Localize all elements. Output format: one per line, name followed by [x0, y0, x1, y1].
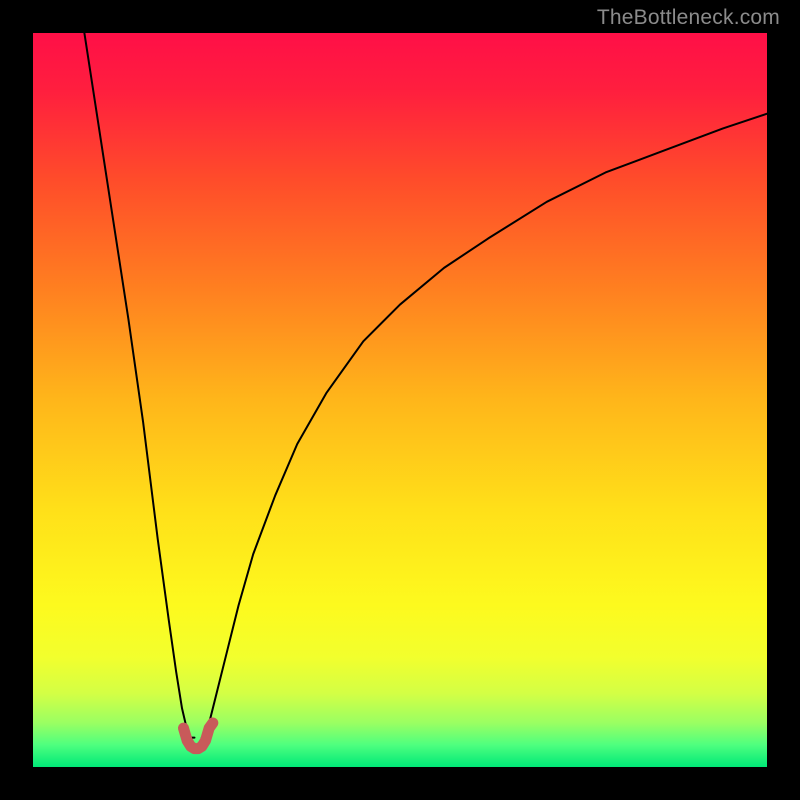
series-right-branch: [202, 114, 767, 738]
chart-lines: [33, 33, 767, 767]
plot-area: [33, 33, 767, 767]
chart-frame: TheBottleneck.com: [0, 0, 800, 800]
series-minimum-marker: [183, 723, 212, 749]
series-left-branch: [84, 33, 194, 738]
watermark-text: TheBottleneck.com: [597, 6, 780, 30]
